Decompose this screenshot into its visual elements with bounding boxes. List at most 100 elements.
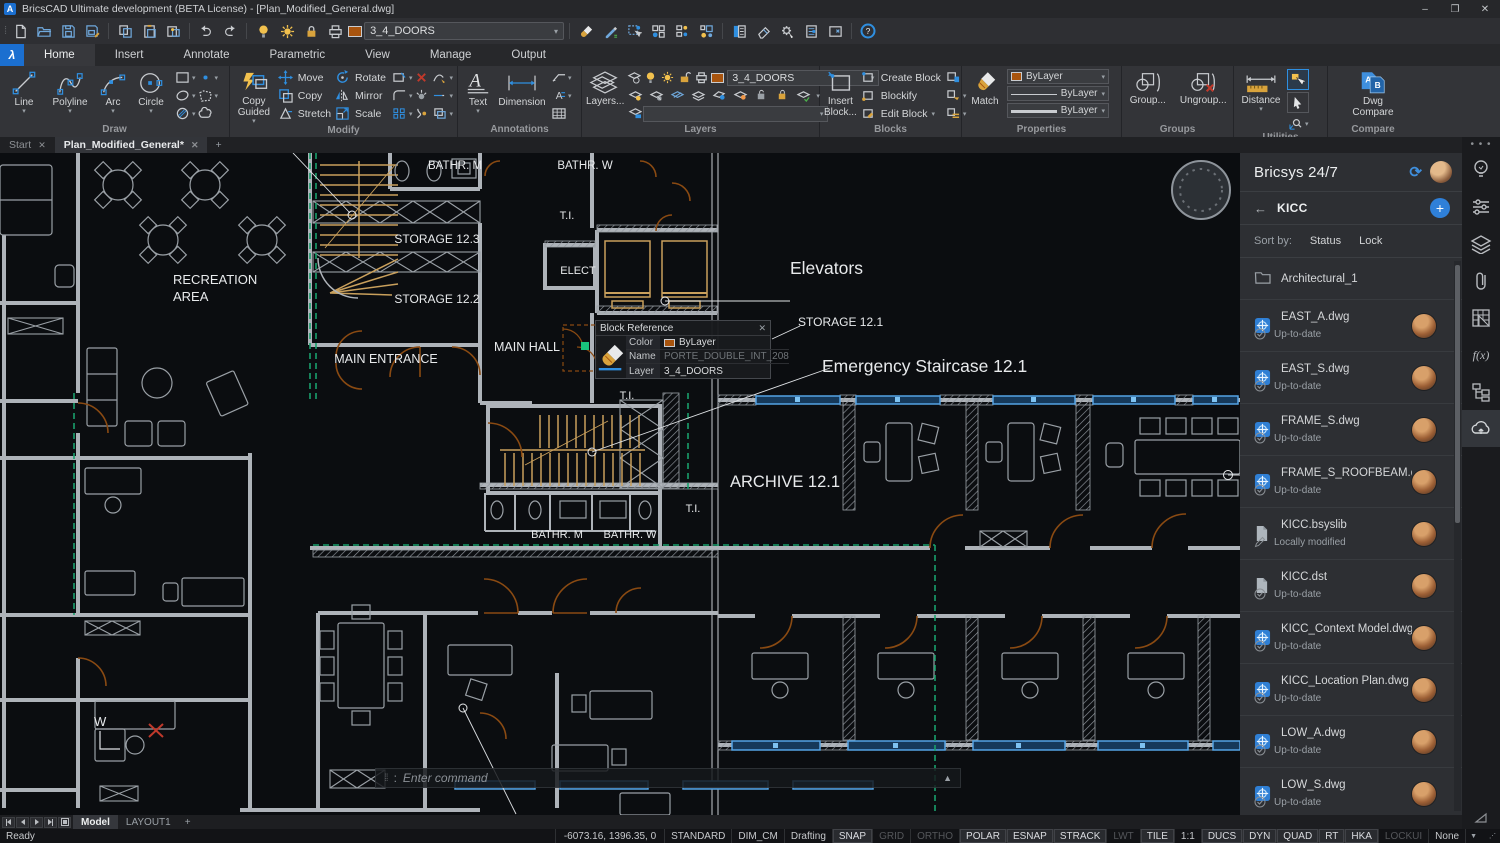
dimension-button[interactable]: Dimension <box>497 69 547 108</box>
bulb-on-icon[interactable] <box>644 70 657 86</box>
scale-button[interactable]: Scale <box>334 105 386 122</box>
new-tab-button[interactable]: + <box>207 137 229 153</box>
bricsys-247-icon[interactable] <box>1462 410 1500 447</box>
file-list-item[interactable]: KICC.dst Up-to-date <box>1240 560 1462 612</box>
copy-nested-tool-icon[interactable] <box>431 106 448 122</box>
paste-as-block-icon[interactable] <box>162 21 184 41</box>
text-button[interactable]: A Text ▾ <box>462 69 494 115</box>
status-toggle[interactable]: ESNAP <box>1005 829 1053 843</box>
wipeout-tool-icon[interactable] <box>197 88 214 104</box>
layer-isolate-icon[interactable] <box>627 88 644 104</box>
drawing-explorer-icon[interactable] <box>800 21 822 41</box>
panel-scrollbar[interactable] <box>1454 261 1461 811</box>
cursor-select-icon[interactable] <box>1287 92 1309 113</box>
status-dropdown-icon[interactable]: ▼ <box>1465 829 1485 843</box>
current-color-swatch[interactable] <box>348 25 363 37</box>
stretch-button[interactable]: Stretch <box>277 105 331 122</box>
copy-button[interactable]: Copy <box>277 87 331 104</box>
undo-icon[interactable] <box>195 21 217 41</box>
status-toggle[interactable]: SNAP <box>831 829 873 843</box>
mirror-button[interactable]: Mirror <box>334 87 386 104</box>
select-similar-icon[interactable] <box>623 21 645 41</box>
file-list-item[interactable]: Architectural_1 <box>1240 258 1462 300</box>
eraser-icon[interactable] <box>752 21 774 41</box>
file-list-item[interactable]: EAST_S.dwg Up-to-date <box>1240 352 1462 404</box>
insert-block-button[interactable]: Insert Block... <box>824 69 857 118</box>
refresh-icon[interactable]: ⟳ <box>1409 163 1422 181</box>
bricscad-menu-button[interactable]: λ <box>0 44 24 66</box>
status-toggle[interactable]: STRACK <box>1052 829 1107 843</box>
ribbon-tab[interactable]: Manage <box>410 44 492 66</box>
file-list-item[interactable]: LOW_S.dwg Up-to-date <box>1240 768 1462 815</box>
status-toggle[interactable]: DIM_CM <box>731 829 783 843</box>
explode-tool-icon[interactable] <box>413 88 430 104</box>
layer-unisolate-icon[interactable] <box>648 88 665 104</box>
ribbon-tab[interactable]: Insert <box>95 44 164 66</box>
commandline-grip[interactable]: ⁞⁞ <box>384 773 388 784</box>
select-elements-icon[interactable] <box>1287 69 1309 90</box>
circle-button[interactable]: Circle ▾ <box>133 69 169 115</box>
status-toggle[interactable]: TILE <box>1139 829 1174 843</box>
block-replace-icon[interactable] <box>945 88 962 104</box>
leader-tool-icon[interactable] <box>550 70 567 86</box>
layer-unlock-icon[interactable] <box>753 88 770 104</box>
redo-icon[interactable] <box>219 21 241 41</box>
save-icon[interactable] <box>57 21 79 41</box>
sidebar-corner-icon[interactable] <box>1462 807 1500 829</box>
match-properties-icon[interactable] <box>575 21 597 41</box>
array-tool-icon[interactable] <box>391 106 408 122</box>
selection-modes-icon[interactable] <box>695 21 717 41</box>
prev-layout-button[interactable] <box>16 816 29 828</box>
ungroup-button[interactable]: Ungroup... <box>1178 69 1229 106</box>
lineweight-combo[interactable]: ByLayer ▾ <box>1007 103 1109 118</box>
green-grip[interactable] <box>581 342 589 350</box>
file-list-item[interactable]: EAST_A.dwg Up-to-date <box>1240 300 1462 352</box>
linetype-combo[interactable]: ByLayer ▾ <box>1007 86 1109 101</box>
blockify-button[interactable]: Blockify <box>860 87 941 104</box>
ellipse-tool-icon[interactable] <box>174 88 191 104</box>
drawing-canvas[interactable]: BATHR. M BATHR. W STORAGE 12.3 STORAGE 1… <box>0 153 1240 815</box>
layer-merge-icon[interactable] <box>774 88 791 104</box>
properties-panel-icon[interactable] <box>728 21 750 41</box>
layout-tab[interactable]: Model <box>73 815 118 829</box>
file-list-item[interactable]: FRAME_S.dwg Up-to-date <box>1240 404 1462 456</box>
attachments-icon[interactable] <box>1462 262 1500 299</box>
tips-icon[interactable] <box>1462 151 1500 188</box>
status-toggle[interactable]: STANDARD <box>664 829 731 843</box>
break-tool-icon[interactable] <box>413 106 430 122</box>
clean-screen-icon[interactable] <box>824 21 846 41</box>
lock-open-icon[interactable] <box>677 70 691 86</box>
restore-button[interactable]: ❐ <box>1440 0 1470 18</box>
settings-gear-icon[interactable] <box>776 21 798 41</box>
help-icon[interactable]: ? <box>857 21 879 41</box>
line-button[interactable]: Line ▾ <box>4 69 44 115</box>
tooltip-close-icon[interactable]: ✕ <box>758 323 766 334</box>
geographic-location-icon[interactable] <box>1287 116 1304 132</box>
arc-button[interactable]: Arc ▾ <box>96 69 130 115</box>
commandline-expand-icon[interactable]: ▲ <box>943 773 952 783</box>
ribbon-tab[interactable]: Output <box>491 44 566 66</box>
layer-thaw-icon[interactable] <box>690 88 707 104</box>
layer-state-icon[interactable] <box>627 106 642 122</box>
rectangle-tool-icon[interactable] <box>174 70 191 86</box>
panel-scrollbar-thumb[interactable] <box>1455 265 1460 523</box>
status-toggle[interactable]: None <box>1428 829 1465 843</box>
edit-polyline-tool-icon[interactable] <box>431 70 448 86</box>
paste-icon[interactable] <box>138 21 160 41</box>
block-export-icon[interactable] <box>945 106 962 122</box>
add-file-button[interactable]: + <box>1430 198 1450 218</box>
layer-states-icon[interactable] <box>627 70 642 86</box>
layout-list-button[interactable] <box>58 816 71 828</box>
layer-state-combo[interactable]: ▾ <box>643 105 829 122</box>
ribbon-tab[interactable]: Annotate <box>163 44 249 66</box>
save-as-icon[interactable] <box>81 21 103 41</box>
layer-on-icon[interactable] <box>252 21 274 41</box>
layers-panel-icon[interactable] <box>1462 225 1500 262</box>
first-layout-button[interactable] <box>2 816 15 828</box>
file-list-item[interactable]: KICC_Context Model.dwg Up-to-date <box>1240 612 1462 664</box>
sort-lock-option[interactable]: Lock <box>1359 235 1382 247</box>
close-button[interactable]: ✕ <box>1470 0 1500 18</box>
trim-tool-icon[interactable] <box>391 70 408 86</box>
rotate-button[interactable]: Rotate <box>334 69 386 86</box>
file-list-item[interactable]: LOW_A.dwg Up-to-date <box>1240 716 1462 768</box>
